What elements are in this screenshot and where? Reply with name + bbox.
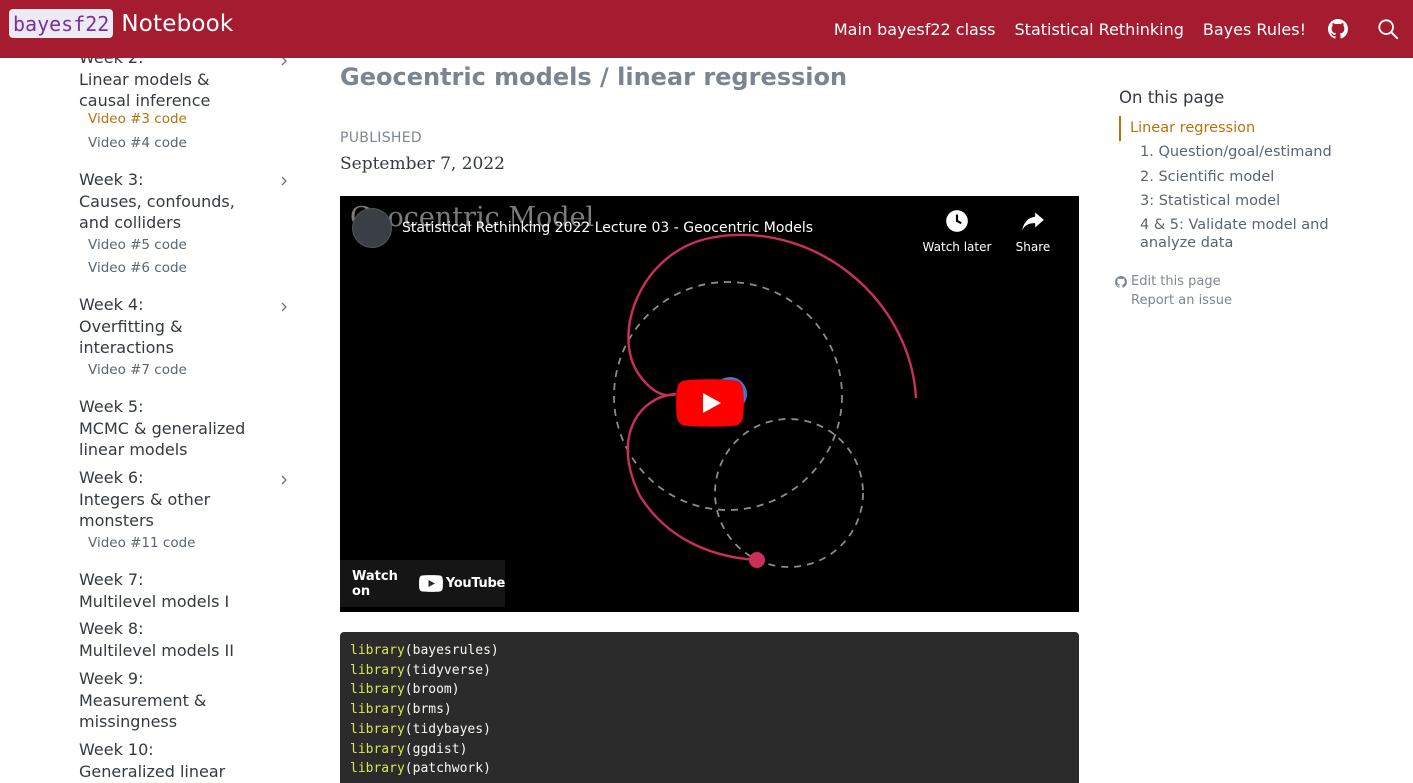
- share-button[interactable]: Share: [998, 208, 1068, 254]
- nav-link-bayes-rules[interactable]: Bayes Rules!: [1203, 20, 1306, 39]
- nav-link-statistical-rethinking[interactable]: Statistical Rethinking: [1015, 20, 1184, 39]
- code-line: library(broom): [350, 680, 1069, 700]
- chevron-right-icon[interactable]: [277, 300, 291, 314]
- watch-later-button[interactable]: Watch later: [922, 208, 992, 254]
- sidebar-week-title[interactable]: Week 8: Multilevel models II: [79, 618, 259, 661]
- toc-title: On this page: [1119, 88, 1225, 107]
- code-argument: (tidybayes): [404, 721, 491, 737]
- toc-item-linear-regression[interactable]: Linear regression: [1130, 119, 1255, 137]
- sidebar-week-3[interactable]: Week 3: Causes, confounds, and colliders: [79, 169, 294, 234]
- sidebar-week-10[interactable]: Week 10: Generalized linear: [79, 739, 294, 782]
- sidebar-week-title[interactable]: Week 7: Multilevel models I: [79, 569, 259, 612]
- sidebar: Week 2: Linear models & causal inference…: [79, 58, 294, 783]
- chevron-right-icon[interactable]: [277, 473, 291, 487]
- code-argument: (ggdist): [404, 741, 468, 757]
- sidebar-week-title[interactable]: Week 4: Overfitting & interactions: [79, 294, 259, 359]
- code-function: library: [350, 662, 405, 678]
- published-label: PUBLISHED: [340, 130, 422, 146]
- toc-item-question[interactable]: 1. Question/goal/estimand: [1140, 143, 1332, 161]
- code-line: library(tidybayes): [350, 720, 1069, 740]
- sidebar-video-link[interactable]: Video #5 code: [88, 237, 187, 253]
- sidebar-week-title[interactable]: Week 2: Linear models & causal inference: [79, 58, 259, 112]
- site-brand[interactable]: bayesf22 Notebook: [9, 9, 233, 38]
- sidebar-week-9[interactable]: Week 9: Measurement & missingness: [79, 668, 294, 733]
- sidebar-week-title[interactable]: Week 9: Measurement & missingness: [79, 668, 259, 733]
- code-argument: (tidyverse): [404, 662, 491, 678]
- sidebar-video-link[interactable]: Video #6 code: [88, 260, 187, 276]
- sidebar-week-title[interactable]: Week 6: Integers & other monsters: [79, 467, 259, 532]
- sidebar-week-4[interactable]: Week 4: Overfitting & interactions: [79, 294, 294, 359]
- sidebar-week-title[interactable]: Week 5: MCMC & generalized linear models: [79, 396, 259, 461]
- sidebar-week-5[interactable]: Week 5: MCMC & generalized linear models: [79, 396, 294, 461]
- code-function: library: [350, 643, 405, 658]
- video-title[interactable]: Statistical Rethinking 2022 Lecture 03 -…: [402, 220, 813, 236]
- published-date: September 7, 2022: [340, 154, 505, 174]
- sidebar-video-link[interactable]: Video #3 code: [88, 111, 187, 127]
- code-function: library: [350, 741, 405, 757]
- report-issue-link[interactable]: Report an issue: [1131, 293, 1232, 308]
- toc-item-statistical-model[interactable]: 3: Statistical model: [1140, 192, 1280, 210]
- toc-item-validate-model[interactable]: 4 & 5: Validate model and analyze data: [1140, 216, 1329, 252]
- code-line: library(tidyverse): [350, 661, 1069, 681]
- github-icon[interactable]: [1327, 18, 1349, 40]
- brand-title: Notebook: [121, 10, 234, 37]
- sidebar-week-7[interactable]: Week 7: Multilevel models I: [79, 569, 294, 612]
- page-title: Geocentric models / linear regression: [340, 63, 848, 91]
- youtube-logo: YouTube: [418, 575, 505, 592]
- code-argument: (brms): [404, 702, 452, 718]
- chevron-right-icon[interactable]: [277, 58, 291, 68]
- chevron-right-icon[interactable]: [277, 174, 291, 188]
- youtube-embed[interactable]: Geocentric Model Statistical Rethinking …: [340, 196, 1079, 612]
- code-argument: (patchwork): [404, 761, 491, 777]
- sidebar-video-link[interactable]: Video #7 code: [88, 362, 187, 378]
- code-line: library(brms): [350, 700, 1069, 720]
- clock-icon: [946, 210, 968, 232]
- code-function: library: [350, 761, 405, 777]
- toc-item-scientific-model[interactable]: 2. Scientific model: [1140, 168, 1274, 186]
- code-line: library(ggdist): [350, 740, 1069, 760]
- sidebar-week-2[interactable]: Week 2: Linear models & causal inference: [79, 58, 294, 112]
- watch-later-label: Watch later: [922, 240, 992, 254]
- sidebar-week-title[interactable]: Week 3: Causes, confounds, and colliders: [79, 169, 259, 234]
- sidebar-week-8[interactable]: Week 8: Multilevel models II: [79, 618, 294, 661]
- code-argument: (broom): [404, 682, 460, 698]
- code-function: library: [350, 702, 405, 718]
- search-icon[interactable]: [1377, 18, 1399, 40]
- sidebar-video-link[interactable]: Video #11 code: [88, 535, 195, 551]
- youtube-logo-icon: [418, 575, 443, 592]
- sidebar-week-title[interactable]: Week 10: Generalized linear: [79, 739, 259, 782]
- sidebar-week-6[interactable]: Week 6: Integers & other monsters: [79, 467, 294, 532]
- code-function: library: [350, 721, 405, 737]
- play-button-icon[interactable]: [676, 379, 744, 427]
- edit-page-link[interactable]: Edit this page: [1115, 274, 1221, 289]
- channel-avatar[interactable]: [352, 208, 392, 248]
- watch-on-label: Watch on: [352, 568, 398, 599]
- code-block: library(bayesrules) library(tidyverse) l…: [340, 632, 1079, 783]
- youtube-wordmark: YouTube: [445, 576, 505, 591]
- nav-links: Main bayesf22 class Statistical Rethinki…: [834, 0, 1413, 58]
- code-line: library(patchwork): [350, 759, 1069, 779]
- share-label: Share: [1015, 240, 1051, 254]
- watch-on-youtube-button[interactable]: Watch on YouTube: [340, 560, 505, 607]
- code-line: library(bayesrules): [350, 641, 1069, 661]
- brand-code-label: bayesf22: [9, 9, 114, 38]
- nav-link-main-class[interactable]: Main bayesf22 class: [834, 20, 996, 39]
- github-icon: [1115, 275, 1127, 288]
- toc-active-indicator: [1119, 116, 1121, 141]
- navbar: bayesf22 Notebook Main bayesf22 class St…: [0, 0, 1413, 58]
- edit-page-label: Edit this page: [1131, 274, 1221, 289]
- code-argument: (bayesrules): [404, 643, 499, 658]
- share-icon: [1022, 212, 1044, 231]
- sidebar-video-link[interactable]: Video #4 code: [88, 135, 187, 151]
- code-function: library: [350, 682, 405, 698]
